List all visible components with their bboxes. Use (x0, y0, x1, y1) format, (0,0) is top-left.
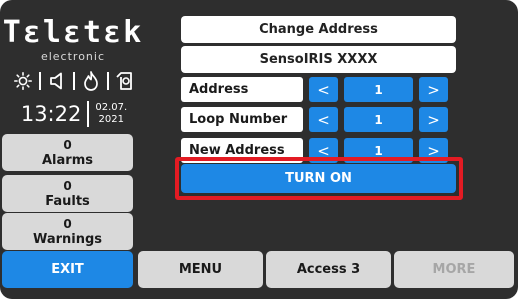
loop-number-label: Loop Number (181, 107, 303, 132)
clock-date-year: 2021 (98, 114, 124, 125)
chevron-right-icon: > (427, 80, 440, 99)
siren-icon (115, 70, 135, 92)
device-name: SensoIRIS XXXX (181, 46, 456, 73)
clock-date: 02.07. 2021 (95, 102, 127, 126)
address-decrement-button[interactable]: < (309, 77, 338, 102)
status-divider (73, 72, 75, 90)
exit-button[interactable]: EXIT (2, 251, 133, 288)
access-level-button[interactable]: Access 3 (266, 251, 391, 288)
fire-icon (81, 70, 101, 92)
status-divider (107, 72, 109, 90)
status-icons-bar (12, 68, 136, 94)
clock-date-day-month: 02.07. (95, 102, 128, 113)
chevron-left-icon: < (317, 110, 330, 129)
menu-button[interactable]: MENU (138, 251, 263, 288)
warnings-count: 0 (63, 216, 72, 231)
panel-screen: Tεlεtεk electronic 13:22 02.07. 2021 0 A… (0, 0, 518, 299)
speaker-icon (47, 70, 67, 92)
brand-tagline: electronic (40, 50, 106, 63)
alarms-button[interactable]: 0 Alarms (2, 134, 133, 171)
sun-icon (13, 70, 33, 92)
address-label: Address (181, 77, 303, 102)
faults-label: Faults (45, 193, 90, 209)
loop-number-value: 1 (344, 107, 413, 132)
chevron-right-icon: > (427, 110, 440, 129)
alarms-count: 0 (63, 137, 72, 152)
address-increment-button[interactable]: > (419, 77, 448, 102)
page-title: Change Address (181, 16, 456, 43)
more-button[interactable]: MORE (394, 251, 514, 288)
clock-time: 13:22 (20, 102, 82, 126)
clock-display: 13:22 02.07. 2021 (10, 96, 138, 132)
clock-divider (87, 101, 90, 127)
warnings-label: Warnings (32, 231, 103, 247)
faults-count: 0 (63, 178, 72, 193)
alarms-label: Alarms (42, 152, 93, 168)
status-divider (39, 72, 41, 90)
turn-on-button[interactable]: TURN ON (181, 164, 456, 193)
faults-button[interactable]: 0 Faults (2, 175, 133, 212)
brand-logo: Tεlεtεk (2, 15, 144, 50)
loop-number-decrement-button[interactable]: < (309, 107, 338, 132)
address-value: 1 (344, 77, 413, 102)
loop-number-increment-button[interactable]: > (419, 107, 448, 132)
chevron-left-icon: < (317, 80, 330, 99)
warnings-button[interactable]: 0 Warnings (2, 213, 133, 250)
